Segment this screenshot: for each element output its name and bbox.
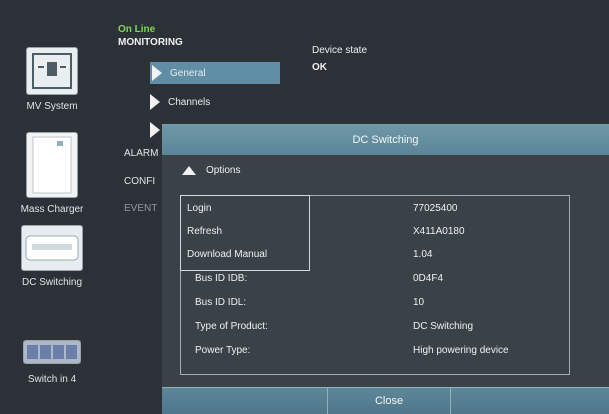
row-value: 1.04 bbox=[413, 249, 433, 260]
device-label: Mass Charger bbox=[20, 204, 84, 215]
row-key: Type of Product: bbox=[195, 321, 268, 332]
row-value: X411A0180 bbox=[413, 226, 465, 237]
dc-switching-dialog: DC Switching Options Login 77025400 Refr… bbox=[162, 124, 609, 414]
device-sidebar: MV System Mass Charger DC Switching Swit… bbox=[0, 0, 104, 412]
device-label: DC Switching bbox=[21, 277, 83, 288]
dialog-header: DC Switching bbox=[162, 125, 609, 155]
side-event[interactable]: EVENT bbox=[124, 203, 157, 214]
device-switch-in-4[interactable]: Switch in 4 bbox=[0, 340, 104, 385]
menu-label: General bbox=[170, 67, 206, 79]
table-row: Type of Product: DC Switching bbox=[181, 316, 569, 338]
row-value: 77025400 bbox=[413, 203, 458, 214]
table-row: Bus ID IDL: 10 bbox=[181, 292, 569, 314]
chevron-right-icon bbox=[150, 122, 160, 138]
online-status: On Line bbox=[118, 24, 156, 35]
menu-label: Channels bbox=[168, 96, 211, 108]
device-state: Device state OK bbox=[312, 45, 367, 73]
dialog-title: DC Switching bbox=[352, 134, 419, 146]
device-label: MV System bbox=[26, 101, 78, 112]
options-toggle[interactable]: Options bbox=[182, 165, 240, 176]
row-value: 0D4F4 bbox=[413, 273, 444, 284]
row-key: Bus ID IDL: bbox=[195, 297, 247, 308]
table-row: Bus ID IDB: 0D4F4 bbox=[181, 268, 569, 290]
close-button[interactable]: Close bbox=[327, 388, 451, 414]
table-row: Power Type: High powering device bbox=[181, 340, 569, 362]
close-label: Close bbox=[374, 395, 404, 407]
charger-icon bbox=[26, 132, 78, 198]
row-key: Bus ID IDB: bbox=[195, 273, 248, 284]
side-alarm[interactable]: ALARM bbox=[124, 148, 158, 159]
triangle-up-icon bbox=[182, 166, 196, 175]
device-state-value: OK bbox=[312, 62, 327, 73]
row-key: Power Type: bbox=[195, 345, 251, 356]
menu-channels[interactable]: Channels bbox=[150, 94, 210, 110]
row-value: High powering device bbox=[413, 345, 509, 356]
device-dc-switching[interactable]: DC Switching bbox=[0, 225, 104, 288]
dc-switching-icon bbox=[21, 225, 83, 271]
device-state-label: Device state bbox=[312, 45, 368, 56]
side-config[interactable]: CONFI bbox=[124, 176, 155, 187]
row-value: DC Switching bbox=[413, 321, 474, 332]
device-mass-charger[interactable]: Mass Charger bbox=[0, 132, 104, 215]
chevron-right-icon bbox=[152, 65, 162, 81]
monitoring-title: MONITORING bbox=[118, 37, 183, 48]
mv-system-icon bbox=[26, 47, 78, 95]
options-label: Options bbox=[206, 165, 241, 176]
menu-general[interactable]: General bbox=[150, 62, 280, 84]
device-mv-system[interactable]: MV System bbox=[0, 47, 104, 112]
row-value: 10 bbox=[413, 297, 425, 308]
dialog-footer: Close bbox=[162, 387, 609, 414]
switch-icon bbox=[23, 340, 81, 364]
chevron-right-icon bbox=[150, 94, 160, 110]
connection-status: On Line MONITORING bbox=[118, 24, 183, 48]
action-buttons-box bbox=[180, 195, 310, 271]
device-label: Switch in 4 bbox=[27, 374, 77, 385]
